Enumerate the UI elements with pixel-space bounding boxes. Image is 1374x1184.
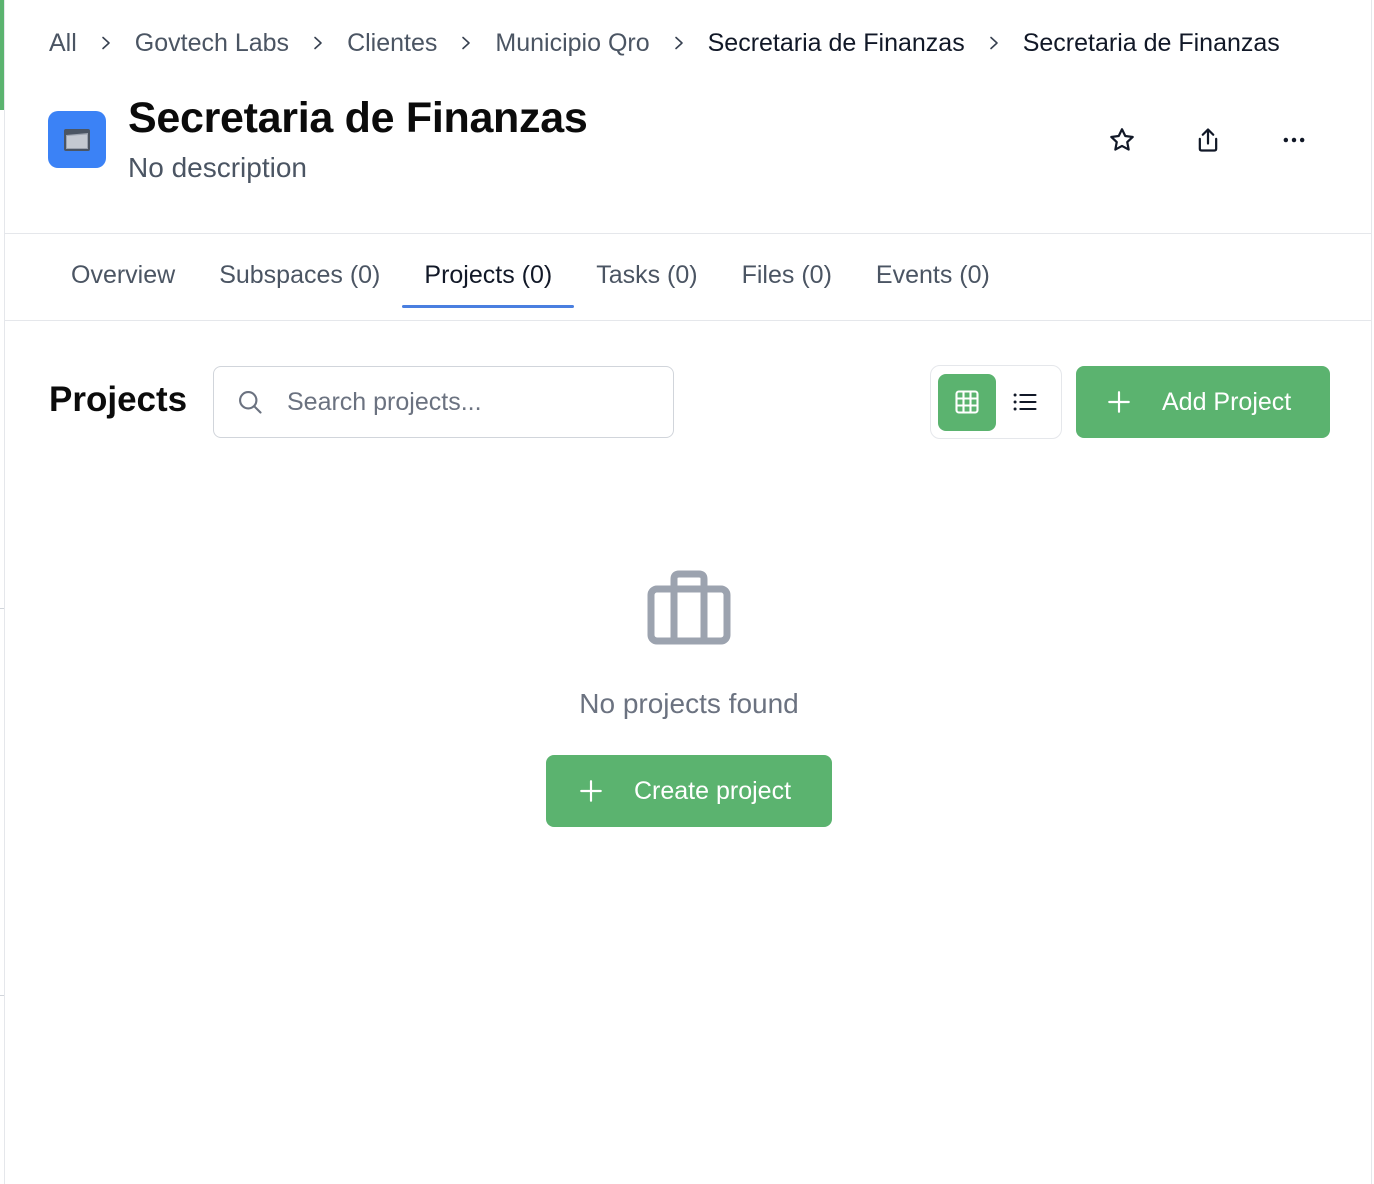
section-title: Projects: [49, 380, 188, 419]
create-project-label: Create project: [634, 776, 792, 805]
breadcrumb-item-current: Secretaria de Finanzas: [1022, 28, 1280, 57]
search-input[interactable]: [214, 367, 673, 437]
plus-icon: [580, 780, 602, 802]
chevron-right-icon: [650, 36, 708, 50]
grid-icon: [955, 390, 979, 414]
empty-state-message: No projects found: [579, 688, 799, 719]
breadcrumb-item-govtech-labs[interactable]: Govtech Labs: [135, 29, 289, 58]
tab-files[interactable]: Files (0): [720, 242, 854, 308]
briefcase-icon: [647, 570, 731, 645]
app-frame: All Govtech Labs Clientes Municipio Qro …: [0, 0, 1374, 1184]
breadcrumb-item-all[interactable]: All: [49, 29, 77, 58]
share-icon: [1198, 128, 1218, 152]
left-divider: [4, 0, 5, 1184]
breadcrumb-item-secretaria-parent[interactable]: Secretaria de Finanzas: [708, 29, 965, 58]
search-box: [213, 366, 674, 438]
chevron-right-icon: [289, 36, 347, 50]
create-project-button[interactable]: Create project: [546, 755, 832, 827]
right-divider: [1371, 0, 1372, 1184]
chevron-right-icon: [965, 36, 1023, 50]
grid-view-button[interactable]: [938, 373, 996, 431]
chevron-right-icon: [77, 36, 135, 50]
tabs-divider: [5, 320, 1371, 321]
star-icon: [1110, 128, 1134, 151]
page-description: No description: [128, 152, 307, 183]
list-icon: [1013, 393, 1037, 411]
tab-subspaces[interactable]: Subspaces (0): [197, 242, 402, 308]
more-icon: [1283, 137, 1305, 143]
share-button[interactable]: [1186, 118, 1230, 162]
favorite-button[interactable]: [1100, 118, 1144, 162]
view-toggle: [930, 365, 1062, 439]
add-project-button[interactable]: Add Project: [1076, 366, 1330, 438]
left-divider-tick: [0, 995, 4, 996]
page-title: Secretaria de Finanzas: [128, 94, 588, 142]
breadcrumb-item-municipio-qro[interactable]: Municipio Qro: [495, 29, 649, 58]
breadcrumb: All Govtech Labs Clientes Municipio Qro …: [49, 26, 1280, 60]
header-actions: [1100, 118, 1316, 162]
add-project-label: Add Project: [1162, 387, 1292, 416]
more-options-button[interactable]: [1272, 118, 1316, 162]
left-divider-tick: [0, 608, 4, 609]
list-view-button[interactable]: [996, 374, 1054, 431]
search-icon: [239, 391, 262, 414]
tab-projects[interactable]: Projects (0): [402, 242, 575, 308]
tab-bar: Overview Subspaces (0) Projects (0) Task…: [49, 242, 1012, 308]
chevron-right-icon: [437, 36, 495, 50]
tab-tasks[interactable]: Tasks (0): [574, 242, 719, 308]
breadcrumb-item-clientes[interactable]: Clientes: [347, 29, 437, 58]
tab-overview[interactable]: Overview: [49, 242, 197, 308]
header-divider: [5, 233, 1371, 234]
plus-icon: [1108, 391, 1130, 413]
tab-events[interactable]: Events (0): [854, 242, 1012, 308]
folder-icon: [48, 111, 106, 168]
